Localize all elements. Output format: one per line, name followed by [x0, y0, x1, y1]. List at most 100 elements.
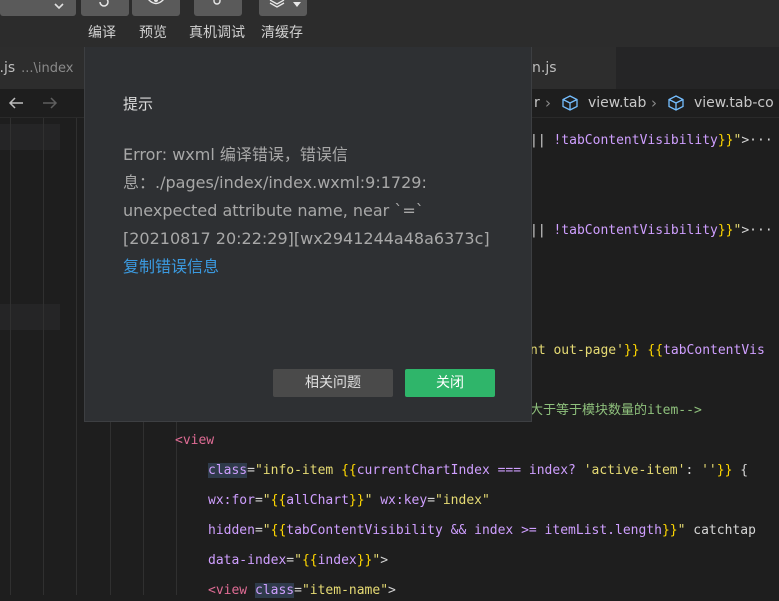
tab-path: ...\index: [21, 61, 74, 76]
copy-error-link[interactable]: 复制错误信息: [123, 253, 493, 281]
breadcrumb-item[interactable]: view.tab-co: [694, 89, 774, 117]
code-token: ": [262, 523, 271, 538]
code-token: }}: [348, 493, 365, 508]
code-line: wx:for="{{allChart}}" wx:key="index": [208, 491, 490, 511]
code-token: tabContentVisibility && index >= itemLis…: [286, 523, 662, 538]
error-dialog: 提示 Error: wxml 编译错误，错误信 息：./pages/index/…: [84, 47, 532, 422]
dialog-message: Error: wxml 编译错误，错误信 息：./pages/index/ind…: [123, 141, 493, 281]
code-token: >: [380, 553, 389, 568]
code-token: !tabContentVisibility: [553, 133, 718, 148]
code-token: !tabContentVisibility: [553, 223, 718, 238]
code-token: index: [317, 553, 357, 568]
chevron-right-icon: ›: [651, 94, 657, 112]
code-token: ||: [530, 223, 554, 238]
code-token: {{: [341, 463, 357, 478]
dialog-message-line: [20210817 20:22:29][wx2941244a48a6373c]: [123, 229, 490, 248]
indent-guide: [76, 118, 77, 595]
back-arrow-icon[interactable]: [8, 96, 24, 110]
code-line: class="info-item {{currentChartIndex ===…: [208, 461, 748, 481]
code-token: =: [254, 493, 263, 508]
code-line: hidden="{{tabContentVisibility && index …: [208, 521, 756, 541]
code-token: tabContentVis: [663, 343, 765, 358]
compile-button[interactable]: [81, 0, 129, 16]
dialog-message-line: Error: wxml 编译错误，错误信: [123, 145, 348, 164]
eye-icon: [148, 0, 164, 5]
code-line: || !tabContentVisibility}}">···: [530, 221, 773, 241]
code-token: class: [254, 583, 295, 598]
code-line: <view: [175, 431, 214, 451]
indent-guide: [10, 118, 11, 595]
code-token: 大于等于模块数量的item-->: [530, 403, 702, 418]
code-token: =: [254, 523, 263, 538]
code-token: >: [388, 583, 396, 598]
preview-label[interactable]: 预览: [139, 24, 167, 42]
code-token: data-index: [208, 553, 287, 568]
code-token: catchtap: [685, 523, 756, 538]
clear-cache-label[interactable]: 清缓存: [261, 24, 303, 42]
code-token: {{: [301, 553, 318, 568]
code-line: nt out-page'}} {{tabContentVis: [530, 341, 765, 361]
code-line: <view class="item-name">: [208, 581, 396, 601]
dialog-title: 提示: [123, 95, 154, 113]
code-token: "info-item: [254, 463, 342, 478]
breadcrumb-item[interactable]: r: [534, 89, 540, 117]
remote-debug-button[interactable]: [194, 0, 242, 16]
dropdown-button[interactable]: [0, 0, 76, 16]
chevron-right-icon: ›: [545, 94, 551, 112]
code-token: {{: [270, 493, 287, 508]
code-token: ": [294, 553, 302, 568]
code-token: }}: [661, 523, 678, 538]
dialog-message-line: unexpected attribute name, near `=`: [123, 201, 424, 220]
code-token: wx:for: [208, 493, 255, 508]
code-token: ": [262, 493, 271, 508]
tab-label: t.js: [0, 60, 16, 76]
bug-icon: [213, 0, 221, 5]
code-token: allChart: [286, 493, 349, 508]
code-token: ||: [530, 133, 554, 148]
top-toolbar: 编译 预览 真机调试 清缓存: [0, 0, 779, 47]
code-token: >: [741, 133, 750, 148]
forward-arrow-icon[interactable]: [42, 96, 58, 110]
code-token: >: [741, 223, 750, 238]
tab-label: n.js: [532, 60, 557, 76]
indent-guide: [43, 118, 44, 595]
code-token: 'active-item': [583, 463, 686, 478]
tab-index-js[interactable]: t.js ...\index: [0, 47, 84, 89]
code-token: <view: [208, 583, 255, 598]
dialog-message-line: 息：./pages/index/index.wxml:9:1729:: [123, 173, 427, 192]
code-token: }}: [623, 343, 640, 358]
breadcrumb-item[interactable]: view.tab: [588, 89, 646, 117]
close-button[interactable]: 关闭: [405, 369, 495, 397]
code-line: || !tabContentVisibility}}">···: [530, 131, 773, 151]
code-token: class: [208, 463, 248, 478]
code-line: 大于等于模块数量的item-->: [530, 401, 702, 421]
code-token: nt out-page': [530, 343, 624, 358]
code-token: ···: [749, 133, 773, 148]
preview-button[interactable]: [132, 0, 180, 16]
code-token: '': [701, 463, 717, 478]
code-token: }}: [717, 133, 734, 148]
remote-debug-label[interactable]: 真机调试: [189, 24, 245, 42]
cube-icon: [668, 95, 684, 111]
code-line: data-index="{{index}}">: [208, 551, 388, 571]
clear-cache-button[interactable]: [259, 0, 307, 16]
code-token: {{: [647, 343, 664, 358]
refresh-icon: [99, 0, 109, 7]
code-token: "index": [435, 493, 490, 508]
line-highlight: [0, 304, 60, 330]
code-token: =: [294, 583, 302, 598]
code-token: {: [732, 463, 749, 478]
code-token: ···: [749, 223, 773, 238]
code-token: }}: [717, 223, 734, 238]
code-token: wx:key: [380, 493, 428, 508]
compile-label[interactable]: 编译: [88, 24, 116, 42]
chevron-down-icon: [293, 2, 301, 7]
line-highlight: [0, 124, 60, 150]
code-token: "item-name": [301, 583, 389, 598]
code-token: hidden: [208, 523, 255, 538]
code-token: }}: [356, 553, 373, 568]
chevron-down-icon: [54, 3, 64, 10]
code-token: =: [286, 553, 295, 568]
code-token: :: [685, 463, 702, 478]
related-questions-button[interactable]: 相关问题: [273, 369, 393, 397]
